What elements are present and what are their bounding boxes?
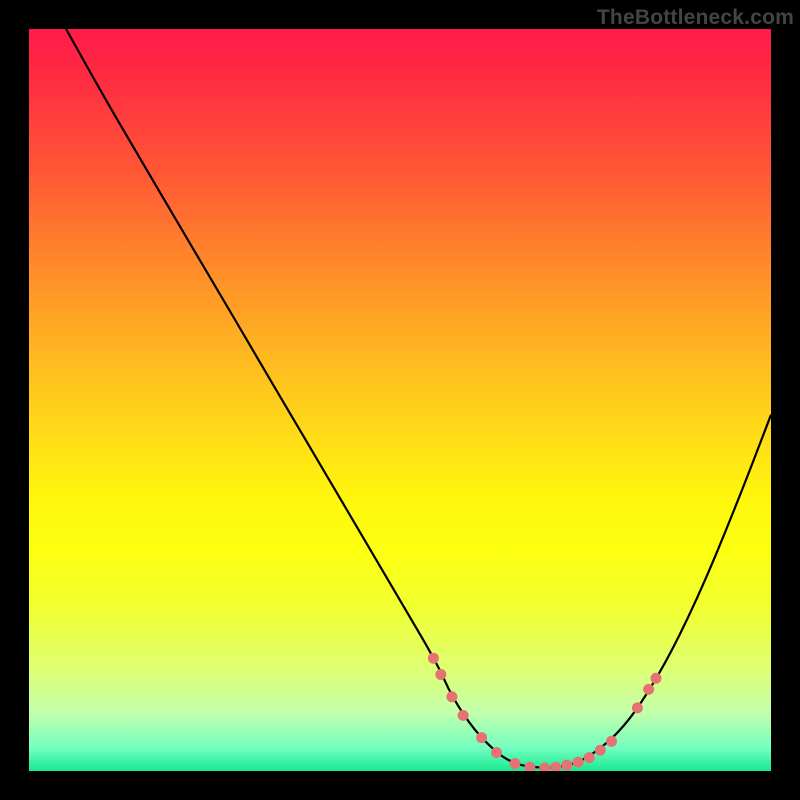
watermark-text: TheBottleneck.com <box>597 6 794 30</box>
chart-container: TheBottleneck.com <box>0 0 800 800</box>
highlight-dot <box>550 762 561 771</box>
highlight-dot <box>510 758 521 769</box>
highlight-dot <box>524 762 535 771</box>
highlight-dot <box>573 757 584 768</box>
highlight-dot <box>435 669 446 680</box>
highlight-dot <box>446 691 457 702</box>
chart-svg <box>29 29 771 771</box>
highlight-dot <box>643 684 654 695</box>
plot-area <box>29 29 771 771</box>
highlight-dot <box>651 673 662 684</box>
bottleneck-curve <box>66 29 771 768</box>
highlight-dot <box>595 745 606 756</box>
highlight-dot <box>491 747 502 758</box>
highlight-dot <box>584 752 595 763</box>
highlight-dot <box>428 653 439 664</box>
highlight-dots-group <box>428 653 662 771</box>
highlight-dot <box>539 763 550 772</box>
highlight-dot <box>476 732 487 743</box>
highlight-dot <box>561 760 572 771</box>
highlight-dot <box>606 736 617 747</box>
highlight-dot <box>458 710 469 721</box>
highlight-dot <box>632 702 643 713</box>
